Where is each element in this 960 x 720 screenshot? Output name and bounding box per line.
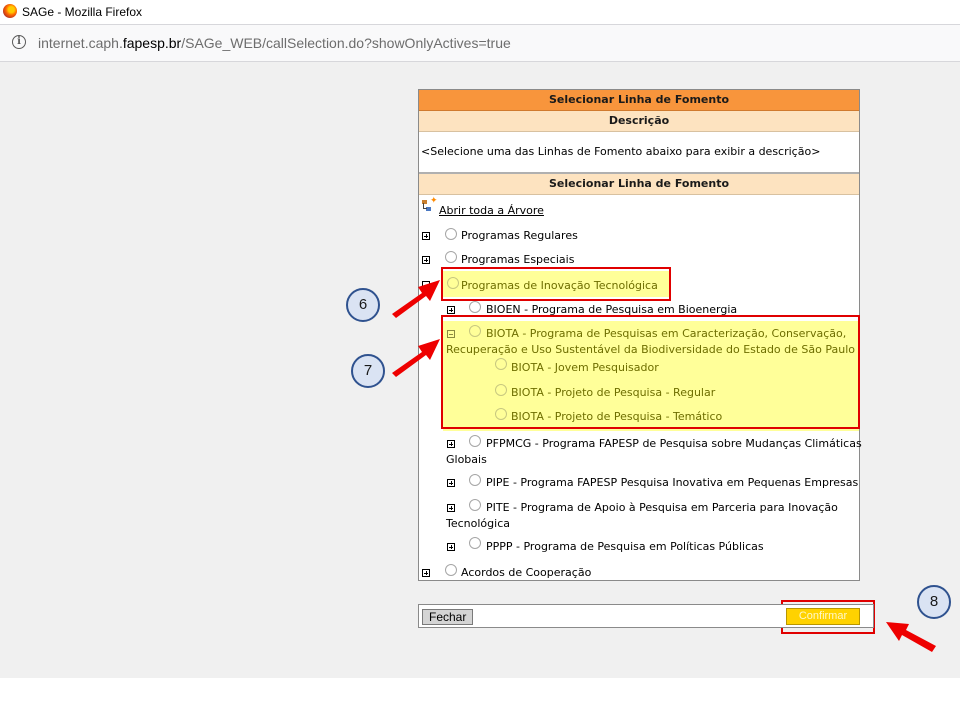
- tree-item-pfpmcg-line2[interactable]: Globais: [446, 453, 487, 466]
- tree-item-pppp[interactable]: PPPP - Programa de Pesquisa em Políticas…: [486, 540, 764, 553]
- expand-icon[interactable]: [447, 504, 455, 512]
- radio-icon[interactable]: [445, 251, 457, 263]
- description-header: Descrição: [419, 111, 859, 132]
- url-text[interactable]: internet.caph.fapesp.br/SAGe_WEB/callSel…: [38, 35, 511, 51]
- radio-icon[interactable]: [469, 474, 481, 486]
- annotation-box-6: [441, 267, 671, 301]
- tree-icon: ✦: [422, 196, 438, 212]
- radio-icon[interactable]: [445, 228, 457, 240]
- expand-icon[interactable]: [447, 440, 455, 448]
- arrow-icon: [886, 622, 936, 652]
- arrow-icon: [392, 280, 440, 318]
- callout-6: 6: [346, 288, 380, 322]
- expand-icon[interactable]: [447, 543, 455, 551]
- tree-item-pipe[interactable]: PIPE - Programa FAPESP Pesquisa Inovativ…: [486, 476, 858, 489]
- tree-item-pfpmcg-line1[interactable]: PFPMCG - Programa FAPESP de Pesquisa sob…: [486, 437, 862, 450]
- expand-icon[interactable]: [422, 569, 430, 577]
- callout-7: 7: [351, 354, 385, 388]
- annotation-box-7: [441, 315, 860, 429]
- url-path: /SAGe_WEB/callSelection.do?showOnlyActiv…: [181, 35, 511, 51]
- radio-icon[interactable]: [469, 435, 481, 447]
- expand-icon[interactable]: [422, 256, 430, 264]
- address-bar[interactable]: i internet.caph.fapesp.br/SAGe_WEB/callS…: [0, 24, 960, 62]
- info-icon[interactable]: i: [12, 35, 26, 49]
- description-text: <Selecione uma das Linhas de Fomento aba…: [419, 132, 859, 173]
- firefox-logo-icon: [3, 4, 17, 18]
- tree-item-pite-line2[interactable]: Tecnológica: [446, 517, 510, 530]
- url-domain: fapesp.br: [122, 35, 182, 51]
- radio-icon[interactable]: [469, 499, 481, 511]
- close-button[interactable]: Fechar: [422, 609, 474, 625]
- tree-item-acordos[interactable]: Acordos de Cooperação: [461, 566, 591, 579]
- tree-item-pite-line1[interactable]: PITE - Programa de Apoio à Pesquisa em P…: [486, 501, 838, 514]
- url-prefix: internet.caph.: [38, 35, 123, 51]
- radio-icon[interactable]: [445, 564, 457, 576]
- radio-icon[interactable]: [469, 537, 481, 549]
- window-titlebar: SAGe - Mozilla Firefox: [0, 0, 960, 24]
- window-title: SAGe - Mozilla Firefox: [22, 5, 143, 19]
- confirm-button[interactable]: Confirmar: [786, 608, 860, 625]
- tree-item-especiais[interactable]: Programas Especiais: [461, 253, 574, 266]
- dialog-title: Selecionar Linha de Fomento: [419, 90, 859, 111]
- expand-icon[interactable]: [422, 232, 430, 240]
- arrow-icon: [392, 339, 440, 377]
- tree-header: Selecionar Linha de Fomento: [419, 173, 859, 195]
- open-all-tree-link[interactable]: Abrir toda a Árvore: [439, 204, 544, 217]
- radio-icon[interactable]: [469, 301, 481, 313]
- tree-item-regulares[interactable]: Programas Regulares: [461, 229, 578, 242]
- expand-icon[interactable]: [447, 306, 455, 314]
- page-footer-area: [0, 678, 960, 720]
- expand-icon[interactable]: [447, 479, 455, 487]
